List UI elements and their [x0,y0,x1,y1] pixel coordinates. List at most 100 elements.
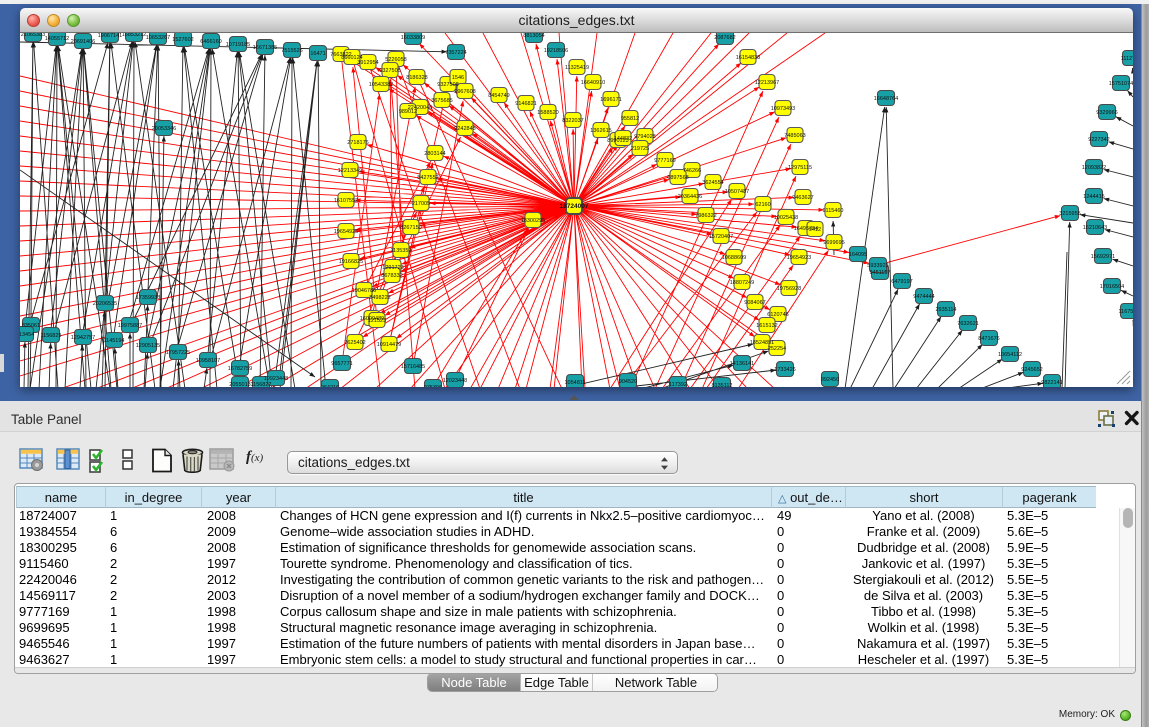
svg-text:1135359: 1135359 [390,248,411,254]
svg-text:144832: 144832 [614,136,632,142]
svg-text:7625402: 7625402 [344,340,365,346]
svg-text:10025438: 10025438 [774,215,798,221]
svg-text:10719185: 10719185 [226,42,250,48]
svg-text:6120746: 6120746 [767,312,788,318]
svg-text:7515526: 7515526 [281,48,302,54]
svg-text:1362615: 1362615 [590,128,611,134]
svg-text:992450: 992450 [821,377,839,383]
svg-text:15751074: 15751074 [1109,81,1133,87]
svg-text:3498222: 3498222 [369,295,390,301]
svg-text:19218506: 19218506 [544,48,568,54]
svg-text:16640910: 16640910 [581,80,605,86]
svg-text:3912954: 3912954 [357,60,378,66]
svg-text:9146821: 9146821 [515,101,536,107]
svg-text:10653267: 10653267 [146,35,170,41]
svg-text:117392: 117392 [669,382,687,387]
svg-text:9794028: 9794028 [634,134,655,140]
svg-text:7357224: 7357224 [445,50,466,56]
svg-text:19756928: 19756928 [777,286,801,292]
svg-text:6897568: 6897568 [667,175,688,181]
svg-text:5933923: 5933923 [867,263,888,269]
svg-text:19046786: 19046786 [352,288,376,294]
svg-text:11325419: 11325419 [565,65,589,71]
svg-text:1244415: 1244415 [1083,194,1104,200]
svg-text:1291723: 1291723 [382,265,403,271]
svg-text:8427552: 8427552 [417,175,438,181]
svg-text:9657771: 9657771 [331,361,352,367]
svg-text:12905135: 12905135 [136,343,160,349]
svg-text:1156829: 1156829 [40,333,61,339]
svg-text:6466160: 6466160 [200,39,221,45]
svg-text:1696171: 1696171 [600,97,621,103]
svg-text:10914479: 10914479 [377,342,401,348]
svg-text:9463627: 9463627 [792,195,813,201]
svg-text:3675685: 3675685 [431,98,452,104]
svg-text:252254: 252254 [768,346,786,352]
svg-text:16648764: 16648764 [874,96,898,102]
svg-text:2967608: 2967608 [454,89,475,95]
svg-text:264216: 264216 [321,385,339,387]
svg-text:10958107: 10958107 [196,358,220,364]
svg-text:12942757: 12942757 [71,335,95,341]
svg-text:9777169: 9777169 [654,158,675,164]
svg-text:10923448: 10923448 [264,376,288,382]
svg-text:7632621: 7632621 [957,321,978,327]
svg-text:18724007: 18724007 [560,203,589,210]
svg-text:18807249: 18807249 [730,280,754,286]
svg-text:20053346: 20053346 [152,126,176,132]
svg-text:12975115: 12975115 [788,165,812,171]
svg-text:20691406: 20691406 [71,39,95,45]
svg-text:121523: 121523 [368,318,386,324]
svg-text:14055712: 14055712 [45,36,69,42]
svg-text:16033809: 16033809 [401,35,425,41]
svg-text:217005: 217005 [412,201,430,207]
svg-text:2055013: 2055013 [229,382,250,387]
svg-text:9412: 9412 [809,227,821,233]
svg-text:8678332: 8678332 [381,273,402,279]
svg-text:164095: 164095 [849,252,867,258]
svg-text:15720407: 15720407 [709,234,733,240]
svg-text:17016504: 17016504 [1100,284,1124,290]
svg-text:15716485: 15716485 [401,364,425,370]
svg-text:813454: 813454 [20,332,34,338]
svg-text:8322037: 8322037 [562,118,583,124]
svg-text:12093822: 12093822 [1082,165,1106,171]
svg-text:16671385: 16671385 [253,45,277,51]
svg-text:16853212: 16853212 [122,33,146,38]
svg-text:1615132: 1615132 [756,323,777,329]
svg-text:955812: 955812 [621,116,639,122]
svg-text:219725: 219725 [631,146,649,152]
svg-text:3624554: 3624554 [702,180,723,186]
svg-text:1527602: 1527602 [172,37,193,43]
svg-text:9451197: 9451197 [869,270,890,276]
svg-text:19166825: 19166825 [339,259,363,265]
svg-text:8454749: 8454749 [488,93,509,99]
svg-text:2935114: 2935114 [935,307,956,313]
svg-text:1145194: 1145194 [103,338,124,344]
svg-text:16107552: 16107552 [334,198,358,204]
svg-text:5226058: 5226058 [385,57,406,63]
svg-text:19654923: 19654923 [787,255,811,261]
svg-text:9822141: 9822141 [1041,380,1062,386]
svg-text:989012: 989012 [399,109,417,115]
svg-text:20364436: 20364436 [678,194,702,200]
svg-text:2718176: 2718176 [347,140,368,146]
svg-text:3215955: 3215955 [1059,211,1080,217]
svg-text:6479197: 6479197 [891,279,912,285]
svg-text:9115460: 9115460 [822,208,843,214]
svg-text:10654112: 10654112 [998,352,1022,358]
svg-text:10688609: 10688609 [722,255,746,261]
svg-text:1054811: 1054811 [564,380,585,386]
svg-text:12023448: 12023448 [443,378,467,384]
svg-text:9474444: 9474444 [913,294,934,300]
svg-text:8267150: 8267150 [400,225,421,231]
svg-text:8186328: 8186328 [406,75,427,81]
svg-text:10507487: 10507487 [725,189,749,195]
svg-text:9084067: 9084067 [744,300,765,306]
svg-text:8135112: 8135112 [711,383,732,387]
svg-text:9242848: 9242848 [454,126,475,132]
svg-text:904520: 904520 [619,379,637,385]
svg-text:1112753: 1112753 [1121,56,1133,62]
svg-text:9699695: 9699695 [823,240,844,246]
svg-text:1733426: 1733426 [774,367,795,373]
